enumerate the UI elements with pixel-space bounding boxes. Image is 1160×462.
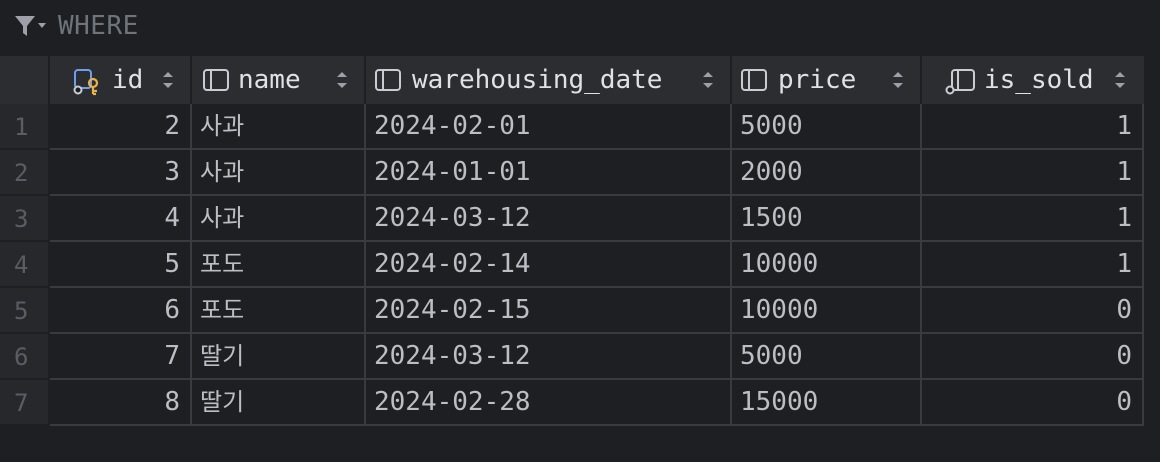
cell-name[interactable]: 포도 [192, 288, 366, 334]
row-number-header[interactable] [0, 56, 50, 104]
table-row[interactable]: 1 2 사과 2024-02-01 5000 1 [0, 104, 1144, 150]
column-header-price[interactable]: price [732, 56, 922, 104]
table-row[interactable]: 2 3 사과 2024-01-01 2000 1 [0, 150, 1144, 196]
not-null-column-icon [945, 69, 975, 95]
cell-warehousing-date[interactable]: 2024-03-12 [366, 334, 732, 380]
column-icon [375, 69, 401, 91]
cell-id[interactable]: 5 [50, 242, 192, 288]
cell-price[interactable]: 10000 [732, 242, 922, 288]
cell-is-sold[interactable]: 0 [922, 334, 1144, 380]
row-number[interactable]: 3 [0, 196, 48, 242]
cell-id[interactable]: 8 [50, 380, 192, 426]
column-header-is-sold[interactable]: is_sold [922, 56, 1144, 104]
cell-is-sold[interactable]: 1 [922, 196, 1144, 242]
column-label-id: id [112, 65, 144, 95]
sort-icon[interactable] [892, 69, 904, 91]
cell-price[interactable]: 5000 [732, 104, 922, 150]
cell-warehousing-date[interactable]: 2024-02-28 [366, 380, 732, 426]
cell-price[interactable]: 10000 [732, 288, 922, 334]
cell-warehousing-date[interactable]: 2024-03-12 [366, 196, 732, 242]
cell-warehousing-date[interactable]: 2024-02-01 [366, 104, 732, 150]
cell-name[interactable]: 딸기 [192, 334, 366, 380]
column-icon [203, 69, 229, 91]
filter-bar[interactable]: WHERE [0, 0, 1160, 52]
sort-icon[interactable] [702, 69, 714, 91]
cell-is-sold[interactable]: 0 [922, 380, 1144, 426]
column-label-price: price [778, 65, 857, 95]
cell-id[interactable]: 6 [50, 288, 192, 334]
column-label-name: name [238, 65, 301, 95]
cell-name[interactable]: 사과 [192, 104, 366, 150]
cell-warehousing-date[interactable]: 2024-02-14 [366, 242, 732, 288]
column-icon [741, 69, 767, 91]
sort-icon[interactable] [162, 69, 174, 91]
cell-id[interactable]: 7 [50, 334, 192, 380]
table-row[interactable]: 4 5 포도 2024-02-14 10000 1 [0, 242, 1144, 288]
cell-is-sold[interactable]: 0 [922, 288, 1144, 334]
sort-icon[interactable] [1114, 69, 1126, 91]
cell-is-sold[interactable]: 1 [922, 242, 1144, 288]
filter-icon[interactable] [13, 14, 47, 38]
row-number[interactable]: 4 [0, 242, 48, 288]
cell-name[interactable]: 사과 [192, 150, 366, 196]
row-number[interactable]: 2 [0, 150, 48, 196]
cell-price[interactable]: 1500 [732, 196, 922, 242]
where-filter-label[interactable]: WHERE [58, 10, 139, 42]
cell-name[interactable]: 포도 [192, 242, 366, 288]
grid-header: id name warehousing_date price is_sold [0, 56, 1144, 104]
table-row[interactable]: 7 8 딸기 2024-02-28 15000 0 [0, 380, 1144, 426]
column-label-is-sold: is_sold [984, 65, 1094, 95]
row-number[interactable]: 1 [0, 104, 48, 150]
cell-warehousing-date[interactable]: 2024-01-01 [366, 150, 732, 196]
cell-is-sold[interactable]: 1 [922, 104, 1144, 150]
cell-is-sold[interactable]: 1 [922, 150, 1144, 196]
row-number[interactable]: 7 [0, 380, 48, 426]
table-row[interactable]: 6 7 딸기 2024-03-12 5000 0 [0, 334, 1144, 380]
cell-price[interactable]: 5000 [732, 334, 922, 380]
cell-name[interactable]: 사과 [192, 196, 366, 242]
primary-key-column-icon [73, 69, 99, 96]
cell-id[interactable]: 4 [50, 196, 192, 242]
sort-icon[interactable] [336, 69, 348, 91]
column-header-warehousing-date[interactable]: warehousing_date [366, 56, 732, 104]
cell-price[interactable]: 15000 [732, 380, 922, 426]
cell-id[interactable]: 2 [50, 104, 192, 150]
column-header-name[interactable]: name [192, 56, 366, 104]
cell-price[interactable]: 2000 [732, 150, 922, 196]
column-label-warehousing-date: warehousing_date [412, 65, 663, 95]
table-row[interactable]: 3 4 사과 2024-03-12 1500 1 [0, 196, 1144, 242]
row-number[interactable]: 5 [0, 288, 48, 334]
column-header-id[interactable]: id [50, 56, 192, 104]
cell-warehousing-date[interactable]: 2024-02-15 [366, 288, 732, 334]
row-number[interactable]: 6 [0, 334, 48, 380]
cell-id[interactable]: 3 [50, 150, 192, 196]
cell-name[interactable]: 딸기 [192, 380, 366, 426]
table-row[interactable]: 5 6 포도 2024-02-15 10000 0 [0, 288, 1144, 334]
